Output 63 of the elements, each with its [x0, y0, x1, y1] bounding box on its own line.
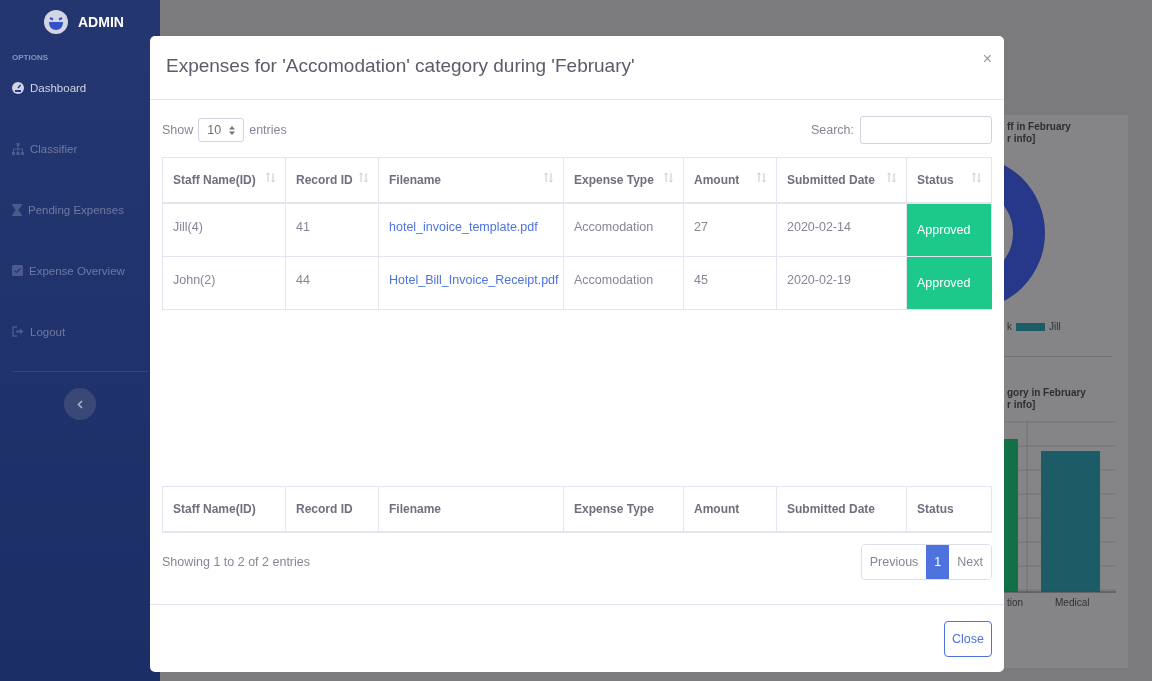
table-cell: 41: [286, 204, 379, 257]
sort-icon[interactable]: [266, 171, 275, 183]
nav-link[interactable]: Pending Expenses: [12, 198, 148, 221]
length-label: Show: [162, 123, 194, 137]
search-field[interactable]: [860, 116, 992, 144]
sort-icon[interactable]: [664, 171, 673, 183]
chevron-left-icon: [77, 399, 83, 409]
legend-label: k: [1007, 321, 1012, 332]
table-info: Showing 1 to 2 of 2 entries: [162, 555, 310, 569]
table-cell: Accomodation: [564, 204, 684, 257]
column-footer: Expense Type: [564, 487, 684, 533]
column-footer: Record ID: [286, 487, 379, 533]
entries-select[interactable]: 10: [198, 118, 245, 142]
search-label: Search:: [810, 123, 854, 137]
status-cell: Approved: [907, 204, 992, 257]
sitemap-icon: [12, 142, 24, 155]
hourglass-icon: [12, 203, 22, 216]
close-button[interactable]: Close: [944, 620, 992, 657]
modal-title: Expenses for 'Accomodation' category during 'February': [166, 54, 635, 77]
table-cell: 27: [684, 204, 777, 257]
checkbox-icon: [12, 265, 23, 276]
table-cell: John(2): [163, 257, 286, 310]
column-footer: Status: [907, 487, 992, 533]
sort-icon[interactable]: [757, 171, 766, 183]
column-footer: Submitted Date: [777, 487, 907, 533]
legend-label: Jill: [1049, 321, 1061, 332]
page-button[interactable]: 1: [926, 545, 950, 579]
column-header[interactable]: Submitted Date: [777, 158, 907, 204]
column-header[interactable]: Filename: [379, 158, 564, 204]
file-link[interactable]: Hotel_Bill_Invoice_Receipt.pdf: [389, 273, 559, 287]
table-cell: Jill(4): [163, 204, 286, 257]
sort-icon[interactable]: [887, 171, 896, 183]
nav-link[interactable]: Logout: [12, 320, 148, 343]
column-header[interactable]: Staff Name(ID): [163, 158, 286, 204]
column-header[interactable]: Record ID: [286, 158, 379, 204]
sign-out-icon: [12, 326, 24, 337]
sort-icon[interactable]: [972, 171, 981, 183]
table-cell: 45: [684, 257, 777, 310]
axis-label: tion: [1007, 597, 1025, 608]
table-cell: Accomodation: [564, 257, 684, 310]
sort-icon[interactable]: [359, 171, 368, 183]
laughing-face-icon: [44, 10, 68, 34]
gauge-icon: [12, 81, 24, 94]
column-footer: Filename: [379, 487, 564, 533]
section-heading: OPTIONS: [12, 53, 49, 62]
file-link[interactable]: hotel_invoice_template.pdf: [389, 220, 538, 234]
column-header[interactable]: Expense Type: [564, 158, 684, 204]
brand-name: ADMIN: [78, 14, 124, 30]
sort-icon[interactable]: [544, 171, 553, 183]
length-label: entries: [249, 123, 287, 137]
column-footer: Staff Name(ID): [163, 487, 286, 533]
nav-link[interactable]: Expense Overview: [12, 259, 148, 282]
axis-label: Medical: [1055, 597, 1090, 608]
column-header[interactable]: Amount: [684, 158, 777, 204]
chart-title: gory in February r info]: [1007, 386, 1087, 411]
chart-title: ff in February r info]: [1007, 120, 1072, 145]
column-footer: Amount: [684, 487, 777, 533]
collapse-toggle[interactable]: [64, 388, 96, 420]
nav-link[interactable]: Classifier: [12, 137, 148, 160]
sort-caret-icon: [229, 125, 236, 135]
nav-link[interactable]: Dashboard: [12, 76, 148, 99]
status-cell: Approved: [907, 257, 992, 310]
table-cell: 44: [286, 257, 379, 310]
